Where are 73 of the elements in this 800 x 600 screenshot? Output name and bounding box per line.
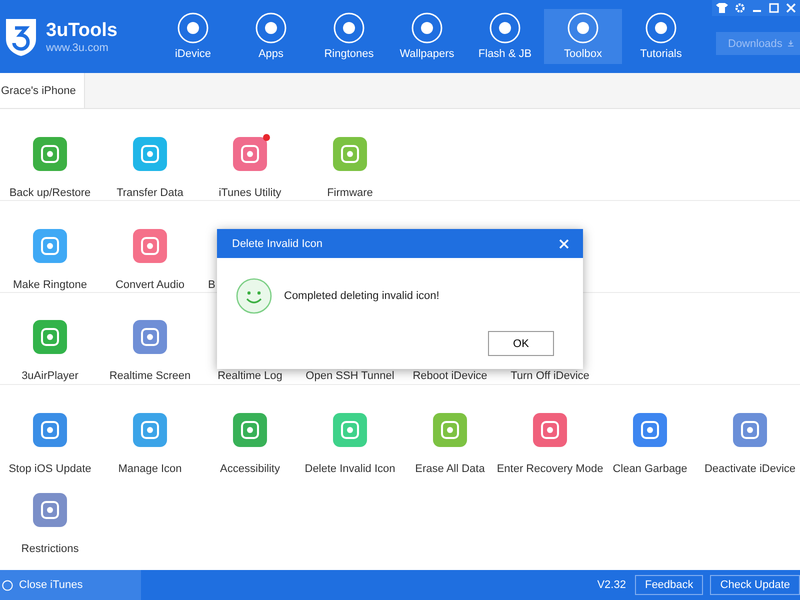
- tool-label[interactable]: Realtime Screen: [109, 370, 191, 382]
- tool-label[interactable]: Firmware: [327, 187, 373, 199]
- tool-tile[interactable]: [433, 413, 467, 447]
- tool-label[interactable]: Reboot iDevice: [412, 370, 488, 382]
- download-icon: [788, 38, 794, 49]
- tool-label[interactable]: Make Ringtone: [13, 279, 87, 291]
- tool-label[interactable]: Realtime Log: [218, 370, 282, 382]
- tool-label[interactable]: Turn Off iDevice: [510, 370, 590, 382]
- shirt-icon[interactable]: [716, 3, 728, 13]
- app-name: 3uTools: [46, 20, 118, 42]
- nav-tab[interactable]: Apps: [232, 9, 310, 64]
- circle-icon: [333, 12, 365, 44]
- shield-logo-icon: [4, 16, 38, 56]
- version-label: V2.32: [597, 579, 626, 591]
- ok-button[interactable]: OK: [488, 331, 554, 356]
- tool-label[interactable]: Back up/Restore: [9, 187, 91, 199]
- nav-tab[interactable]: Ringtones: [310, 9, 388, 64]
- tool-tile[interactable]: [133, 229, 167, 263]
- circle-icon: [567, 12, 599, 44]
- tool-label[interactable]: Delete Invalid Icon: [304, 463, 396, 475]
- tool-tile[interactable]: [233, 137, 267, 171]
- smiley-icon: [236, 278, 272, 314]
- tool-label[interactable]: Accessibility: [220, 463, 280, 475]
- tool-tile[interactable]: [33, 493, 67, 527]
- tool-label[interactable]: 3uAirPlayer: [22, 370, 78, 382]
- tool-label[interactable]: Erase All Data: [415, 463, 485, 475]
- tool-tile[interactable]: [133, 413, 167, 447]
- radio-circle-icon: [2, 580, 13, 590]
- nav-tab[interactable]: Flash & JB: [466, 9, 544, 64]
- tool-label[interactable]: Convert Audio: [115, 279, 185, 291]
- tool-label[interactable]: Deactivate iDevice: [704, 463, 796, 475]
- tool-tile[interactable]: [33, 320, 67, 354]
- settings-icon[interactable]: [735, 3, 745, 13]
- tool-label[interactable]: Clean Garbage: [612, 463, 688, 475]
- circle-icon: [177, 12, 209, 44]
- nav-tab[interactable]: Toolbox: [544, 9, 622, 64]
- app-url: www.3u.com: [46, 42, 110, 54]
- tool-label[interactable]: Enter Recovery Mode: [496, 463, 604, 475]
- circle-icon: [645, 12, 677, 44]
- tool-label[interactable]: Open SSH Tunnel: [306, 370, 394, 382]
- tool-label[interactable]: Restrictions: [21, 543, 79, 555]
- dialog-title: Delete Invalid Icon: [232, 238, 322, 250]
- circle-icon: [489, 12, 521, 44]
- tool-label[interactable]: iTunes Utility: [218, 187, 282, 199]
- circle-icon: [411, 12, 443, 44]
- dialog-message: Completed deleting invalid icon!: [284, 290, 440, 302]
- nav-tab[interactable]: iDevice: [154, 9, 232, 64]
- tool-tile[interactable]: [533, 413, 567, 447]
- close-icon[interactable]: [559, 238, 569, 248]
- close-icon[interactable]: [786, 3, 796, 13]
- tool-tile[interactable]: [333, 137, 367, 171]
- notification-dot: [263, 134, 270, 141]
- tool-label[interactable]: Stop iOS Update: [8, 463, 92, 475]
- tool-tile[interactable]: [333, 413, 367, 447]
- close-itunes-toggle[interactable]: Close iTunes: [0, 570, 141, 600]
- tool-tile[interactable]: [633, 413, 667, 447]
- tool-label[interactable]: Transfer Data: [116, 187, 184, 199]
- tool-tile[interactable]: [233, 413, 267, 447]
- nav-tab[interactable]: Wallpapers: [388, 9, 466, 64]
- tool-tile[interactable]: [33, 229, 67, 263]
- maximize-icon[interactable]: [769, 3, 779, 13]
- check-update-button[interactable]: Check Update: [710, 575, 800, 595]
- tool-label[interactable]: Manage Icon: [118, 463, 182, 475]
- tool-tile[interactable]: [133, 320, 167, 354]
- tool-tile[interactable]: [133, 137, 167, 171]
- tool-label[interactable]: B: [200, 279, 216, 291]
- circle-icon: [255, 12, 287, 44]
- tool-tile[interactable]: [33, 137, 67, 171]
- nav-tab[interactable]: Tutorials: [622, 9, 700, 64]
- device-tab[interactable]: Grace's iPhone: [0, 73, 85, 108]
- tool-tile[interactable]: [33, 413, 67, 447]
- tool-tile[interactable]: [733, 413, 767, 447]
- feedback-button[interactable]: Feedback: [634, 575, 704, 595]
